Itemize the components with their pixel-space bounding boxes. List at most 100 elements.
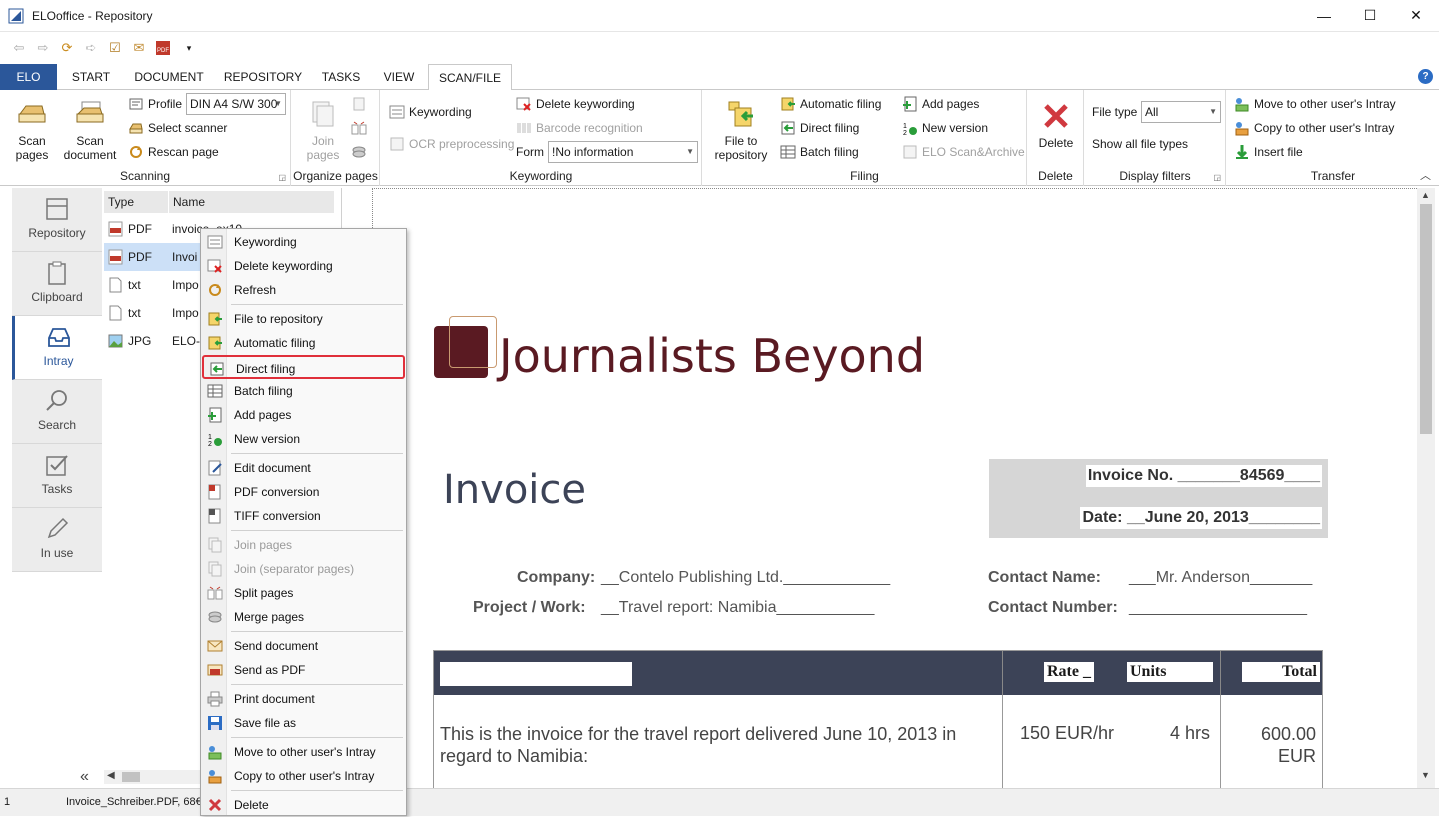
- scroll-down-icon[interactable]: ▼: [1421, 770, 1430, 780]
- menu-separator: [231, 684, 403, 685]
- dialog-launcher-icon[interactable]: ◲: [1213, 173, 1221, 182]
- tab-scan-file[interactable]: SCAN/FILE: [428, 64, 512, 91]
- close-button[interactable]: ✕: [1393, 0, 1439, 31]
- customize-dropdown-icon[interactable]: ▾: [180, 39, 198, 57]
- scroll-thumb[interactable]: [1420, 204, 1432, 434]
- dialog-launcher-icon[interactable]: ◲: [278, 173, 286, 182]
- delete-keywording-button[interactable]: Delete keywording: [516, 94, 635, 114]
- menu-item-automatic-filing[interactable]: Automatic filing: [202, 331, 405, 355]
- column-header-type[interactable]: Type: [104, 191, 168, 213]
- tab-tasks[interactable]: TASKS: [314, 64, 368, 90]
- menu-item-tiff-conversion[interactable]: TIFF conversion: [202, 504, 405, 528]
- row-rate: 150 EUR/hr: [1020, 723, 1115, 743]
- column-header-name[interactable]: Name: [169, 191, 334, 213]
- batch-filing-button[interactable]: Batch filing: [780, 142, 859, 162]
- file-type-select[interactable]: All ▼: [1141, 101, 1221, 123]
- menu-item-send-document[interactable]: Send document: [202, 634, 405, 658]
- menu-item-keywording[interactable]: Keywording: [202, 230, 405, 254]
- show-all-file-types-button[interactable]: Show all file types: [1092, 134, 1188, 154]
- menu-item-pdf-conversion[interactable]: PDF conversion: [202, 480, 405, 504]
- move-to-other-intray-button[interactable]: Move to other user's Intray: [1234, 94, 1396, 114]
- add-pages-button[interactable]: Add pages: [902, 94, 979, 114]
- vertical-scrollbar[interactable]: ▲ ▼: [1417, 188, 1435, 788]
- menu-item-add-pages[interactable]: Add pages: [202, 403, 405, 427]
- keywording-icon: [389, 105, 405, 119]
- scroll-up-icon[interactable]: ▲: [1421, 190, 1430, 200]
- nav-intray[interactable]: Intray: [12, 316, 102, 380]
- insert-file-button[interactable]: Insert file: [1234, 142, 1303, 162]
- menu-item-refresh[interactable]: Refresh: [202, 278, 405, 302]
- rescan-page-button[interactable]: Rescan page: [128, 142, 219, 162]
- collapse-panel-icon[interactable]: «: [80, 768, 89, 786]
- menu-item-file-to-repository[interactable]: File to repository: [202, 307, 405, 331]
- nav-in-use[interactable]: In use: [12, 508, 102, 572]
- pdf-mail-icon[interactable]: PDF: [154, 39, 172, 57]
- file-to-repository-button[interactable]: File to repository: [709, 98, 773, 162]
- barcode-recognition-button[interactable]: Barcode recognition: [516, 118, 643, 138]
- split-pages-icon[interactable]: [351, 120, 367, 136]
- menu-item-join-separator-pages[interactable]: Join (separator pages): [202, 557, 405, 581]
- copy-to-other-intray-button[interactable]: Copy to other user's Intray: [1234, 118, 1394, 138]
- profile-select[interactable]: DIN A4 S/W 300 ▼: [186, 93, 286, 115]
- image-file-icon: [108, 334, 123, 348]
- svg-text:2: 2: [208, 441, 212, 447]
- split-icon[interactable]: [351, 96, 367, 112]
- scan-pages-button[interactable]: Scan pages: [6, 98, 58, 162]
- back-arrow-icon[interactable]: ⇦: [10, 39, 28, 57]
- collapse-ribbon-icon[interactable]: ︿: [1420, 167, 1431, 183]
- add-pages-icon: [208, 407, 222, 423]
- horizontal-scrollbar[interactable]: ◀: [104, 770, 200, 784]
- menu-item-direct-filing[interactable]: Direct filing: [202, 355, 405, 379]
- nav-search[interactable]: Search: [12, 380, 102, 444]
- menu-item-batch-filing[interactable]: Batch filing: [202, 379, 405, 403]
- forward-arrow-icon[interactable]: ⇨: [34, 39, 52, 57]
- tab-elo[interactable]: ELO: [0, 64, 57, 90]
- checklist-icon[interactable]: ☑: [106, 39, 124, 57]
- menu-item-delete[interactable]: Delete: [202, 793, 405, 817]
- select-scanner-button[interactable]: Select scanner: [128, 118, 227, 138]
- file-to-repository-icon: [728, 101, 753, 127]
- tab-document[interactable]: DOCUMENT: [126, 64, 212, 90]
- menu-item-split-pages[interactable]: Split pages: [202, 581, 405, 605]
- refresh-icon[interactable]: ⟳: [58, 39, 76, 57]
- keywording-button[interactable]: Keywording: [389, 102, 472, 122]
- tab-view[interactable]: VIEW: [374, 64, 424, 90]
- merge-pages-icon[interactable]: [351, 144, 367, 160]
- menu-item-print-document[interactable]: Print document: [202, 687, 405, 711]
- help-icon[interactable]: ?: [1418, 69, 1433, 84]
- minimize-button[interactable]: —: [1301, 0, 1347, 31]
- direct-filing-button[interactable]: Direct filing: [780, 118, 859, 138]
- menu-item-merge-pages[interactable]: Merge pages: [202, 605, 405, 629]
- move-icon[interactable]: ➪: [82, 39, 100, 57]
- menu-item-join-pages[interactable]: Join pages: [202, 533, 405, 557]
- join-pages-button[interactable]: Join pages: [300, 98, 346, 162]
- menu-item-copy-to-other-intray[interactable]: Copy to other user's Intray: [202, 764, 405, 788]
- menu-item-move-to-other-intray[interactable]: Move to other user's Intray: [202, 740, 405, 764]
- elo-scan-archive-button[interactable]: ELO Scan&Archive: [902, 142, 1025, 162]
- nav-tasks[interactable]: Tasks: [12, 444, 102, 508]
- menu-item-send-as-pdf[interactable]: Send as PDF: [202, 658, 405, 682]
- nav-clipboard[interactable]: Clipboard: [12, 252, 102, 316]
- maximize-button[interactable]: ☐: [1347, 0, 1393, 31]
- tab-start[interactable]: START: [62, 64, 120, 90]
- scroll-thumb[interactable]: [122, 772, 140, 782]
- form-select[interactable]: !No information ▼: [548, 141, 698, 163]
- nav-repository[interactable]: Repository: [12, 188, 102, 252]
- ocr-preprocessing-button[interactable]: OCR preprocessing: [389, 134, 514, 154]
- batch-filing-icon: [780, 145, 796, 159]
- direct-filing-icon: [210, 362, 224, 376]
- delete-button[interactable]: Delete: [1032, 100, 1080, 150]
- menu-item-save-file-as[interactable]: Save file as: [202, 711, 405, 735]
- menu-item-new-version[interactable]: 1 2 New version: [202, 427, 405, 451]
- scan-document-button[interactable]: Scan document: [60, 98, 120, 162]
- svg-text:1: 1: [208, 434, 212, 441]
- menu-item-edit-document[interactable]: Edit document: [202, 456, 405, 480]
- new-version-button[interactable]: 12 New version: [902, 118, 988, 138]
- automatic-filing-button[interactable]: Automatic filing: [780, 94, 881, 114]
- tab-repository[interactable]: REPOSITORY: [218, 64, 308, 90]
- contact-name-label: Contact Name:: [988, 569, 1101, 586]
- group-label-filing: Filing: [850, 169, 879, 183]
- menu-item-delete-keywording[interactable]: Delete keywording: [202, 254, 405, 278]
- mail-icon[interactable]: ✉: [130, 39, 148, 57]
- scroll-left-icon[interactable]: ◀: [107, 770, 115, 781]
